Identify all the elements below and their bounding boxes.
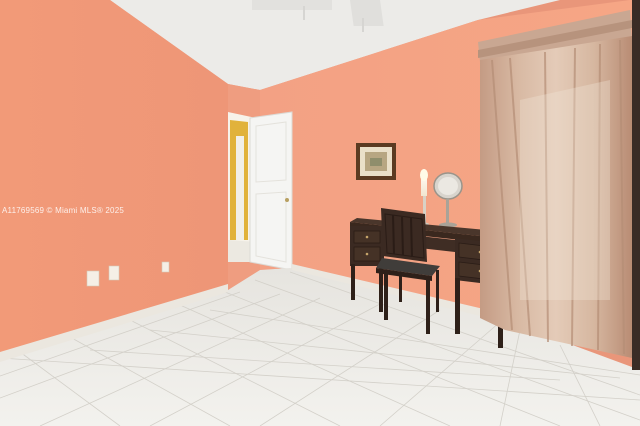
right-edge-frame <box>632 0 640 370</box>
wall-outlet <box>108 265 120 281</box>
wall-outlet <box>86 270 100 287</box>
wall-outlet <box>161 261 170 273</box>
watermark: A11769569 © Miami MLS® 2025 <box>2 206 124 215</box>
open-door[interactable] <box>249 111 293 271</box>
door-knob-icon[interactable] <box>285 198 289 202</box>
window-curtain[interactable] <box>478 10 632 358</box>
framed-picture <box>356 143 396 180</box>
